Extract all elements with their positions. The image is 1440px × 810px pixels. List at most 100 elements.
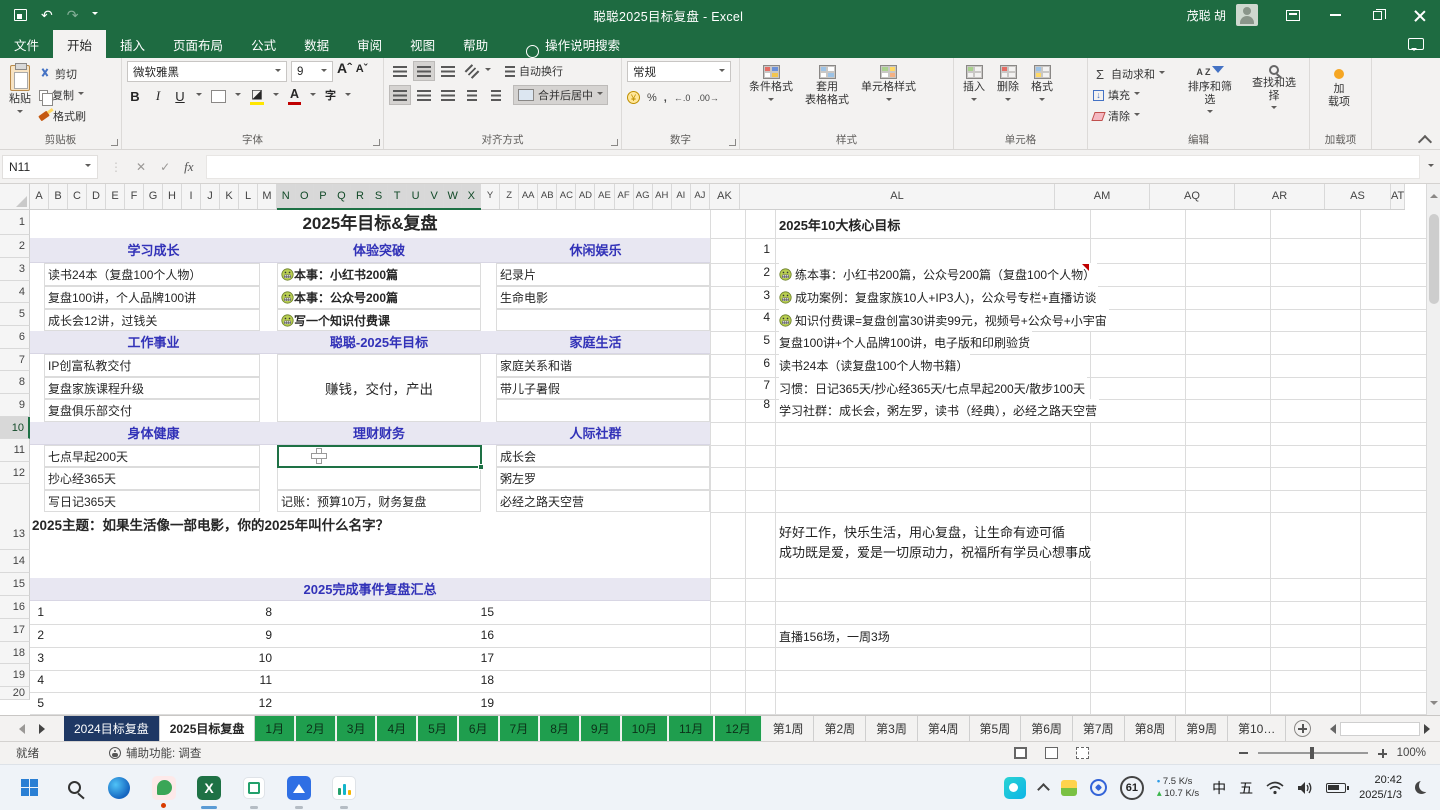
column-header[interactable]: E <box>106 184 125 209</box>
column-header-selected[interactable]: P <box>314 184 333 208</box>
number-dialog-launcher-icon[interactable] <box>729 139 736 146</box>
cell-styles-button[interactable]: 单元格样式 <box>857 61 920 133</box>
addins-button[interactable]: 加载项 <box>1315 61 1363 133</box>
scroll-up-icon[interactable] <box>1430 190 1438 198</box>
core-goal-3[interactable]: 成功案例：复盘家族10人+IP3人)，公众号专栏+直播访谈 <box>779 286 1098 309</box>
cell-y7[interactable]: 家庭关系和谐 <box>496 354 710 377</box>
battery-icon[interactable] <box>1326 783 1346 793</box>
list-number[interactable]: 4 <box>30 669 44 692</box>
cell-y4[interactable]: 生命电影 <box>496 286 710 309</box>
decrease-decimal-icon[interactable]: .00→ <box>697 93 719 103</box>
row-header[interactable]: 11 <box>0 439 30 462</box>
sheet-tab-week[interactable]: 第7周 <box>1073 716 1125 741</box>
minimize-button[interactable] <box>1314 0 1356 30</box>
normal-view-icon[interactable] <box>1014 747 1027 759</box>
cancel-icon[interactable]: ✕ <box>136 160 146 174</box>
sheet-tab-month[interactable]: 4月 <box>377 716 417 741</box>
network-speed[interactable]: • 7.5 K/s▴ 10.7 K/s <box>1157 776 1199 800</box>
fill-color-button[interactable]: ◪ <box>250 88 264 105</box>
row-header[interactable]: 1 <box>0 210 30 235</box>
user-name[interactable]: 茂聪 胡 <box>1187 7 1236 24</box>
notes-app-button[interactable] <box>151 775 177 801</box>
theme-question[interactable]: 2025主题：如果生活像一部电影，你的2025年叫什么名字？ <box>32 514 389 534</box>
confirm-icon[interactable]: ✓ <box>160 160 170 174</box>
row-header[interactable]: 16 <box>0 596 30 619</box>
autosum-button[interactable]: Σ自动求和 <box>1093 65 1176 83</box>
column-header-selected[interactable]: W <box>444 184 463 208</box>
clear-button[interactable]: 清除 <box>1093 107 1176 125</box>
sheet-tab-month[interactable]: 11月 <box>669 716 714 741</box>
vertical-scroll-thumb[interactable] <box>1429 214 1439 304</box>
cell-b4[interactable]: 复盘100讲，个人品牌100讲 <box>44 286 260 309</box>
sheet-tab-month[interactable]: 10月 <box>622 716 668 741</box>
fill-handle[interactable] <box>478 464 484 470</box>
list-number[interactable]: 3 <box>30 647 44 669</box>
align-top-icon[interactable] <box>389 61 411 81</box>
hscroll-left-icon[interactable] <box>1325 724 1336 734</box>
column-header-selected[interactable]: T <box>388 184 407 208</box>
row-header[interactable]: 4 <box>0 281 30 303</box>
sort-filter-button[interactable]: A Z 排序和筛选 <box>1180 61 1240 133</box>
column-header[interactable]: AH <box>653 184 672 209</box>
sheet-tab-2025-active[interactable]: 2025目标复盘 <box>160 716 256 741</box>
cell-y11[interactable]: 成长会 <box>496 445 710 467</box>
next-sheet-icon[interactable] <box>39 724 50 734</box>
motto-line-1[interactable]: 好好工作，快乐生活，用心复盘，让生命有迹可循 <box>779 521 1067 541</box>
row-header[interactable]: 2 <box>0 235 30 258</box>
cell-y8[interactable]: 带儿子暑假 <box>496 377 710 399</box>
column-header-selected[interactable]: Q <box>333 184 352 208</box>
clock[interactable]: 20:422025/1/3 <box>1359 773 1402 802</box>
conditional-formatting-button[interactable]: 条件格式 <box>745 61 797 133</box>
list-number[interactable]: 2 <box>30 624 44 647</box>
cell-b3[interactable]: 读书24本（复盘100个人物） <box>44 263 260 286</box>
list-number[interactable]: 12 <box>200 692 272 715</box>
row-header[interactable]: 14 <box>0 550 30 573</box>
tab-home[interactable]: 开始 <box>53 30 106 58</box>
temperature-badge[interactable]: 61 <box>1120 776 1144 800</box>
sheet-tab-month[interactable]: 7月 <box>500 716 540 741</box>
column-header-selected[interactable]: S <box>370 184 389 208</box>
row-header[interactable]: 20 <box>0 687 30 700</box>
tab-data[interactable]: 数据 <box>290 30 343 58</box>
row-header[interactable]: 6 <box>0 326 30 349</box>
cell-b11[interactable]: 七点早起200天 <box>44 445 260 467</box>
list-number[interactable]: 19 <box>420 692 494 715</box>
cell-y12[interactable]: 粥左罗 <box>496 467 710 490</box>
column-header[interactable]: AE <box>595 184 614 209</box>
column-header[interactable]: AI <box>672 184 691 209</box>
edge-browser-button[interactable] <box>106 775 132 801</box>
new-sheet-icon[interactable] <box>1294 720 1311 737</box>
column-header[interactable]: M <box>258 184 277 209</box>
column-header[interactable]: G <box>144 184 163 209</box>
tray-expand-icon[interactable] <box>1037 783 1050 796</box>
merge-center-button[interactable]: 合并后居中 <box>513 85 608 105</box>
insert-function-icon[interactable]: fx <box>184 159 193 175</box>
column-header-selected[interactable]: X <box>462 184 481 208</box>
horizontal-scrollbar[interactable] <box>1325 722 1435 736</box>
font-color-button[interactable]: A <box>288 88 301 105</box>
formula-input[interactable] <box>206 155 1420 179</box>
column-header[interactable]: AT <box>1391 184 1405 209</box>
clipboard-dialog-launcher-icon[interactable] <box>111 139 118 146</box>
column-header[interactable]: F <box>125 184 144 209</box>
sheet-tab-week[interactable]: 第1周 <box>763 716 815 741</box>
comma-style-icon[interactable]: , <box>664 92 667 104</box>
column-header[interactable]: J <box>201 184 220 209</box>
paste-button[interactable]: 粘贴 <box>5 61 35 133</box>
tab-file[interactable]: 文件 <box>0 30 53 58</box>
row-header[interactable]: 19 <box>0 664 30 687</box>
font-name-combo[interactable]: 微软雅黑 <box>127 61 287 82</box>
selected-cell-n11[interactable] <box>277 445 482 468</box>
increase-decimal-icon[interactable]: ←.0 <box>674 93 691 103</box>
column-header[interactable]: AD <box>576 184 595 209</box>
insert-cells-button[interactable]: 插入 <box>959 61 989 133</box>
cell-b9[interactable]: 复盘俱乐部交付 <box>44 399 260 422</box>
align-right-icon[interactable] <box>437 85 459 105</box>
zoom-out-icon[interactable] <box>1239 752 1248 754</box>
column-header[interactable]: C <box>68 184 87 209</box>
cell-b12[interactable]: 抄心经365天 <box>44 467 260 490</box>
ribbon-display-options-button[interactable] <box>1272 0 1314 30</box>
list-number[interactable]: 16 <box>420 624 494 647</box>
tray-app-icon[interactable] <box>1061 780 1077 796</box>
excel-taskbar-button[interactable]: X <box>196 775 222 801</box>
